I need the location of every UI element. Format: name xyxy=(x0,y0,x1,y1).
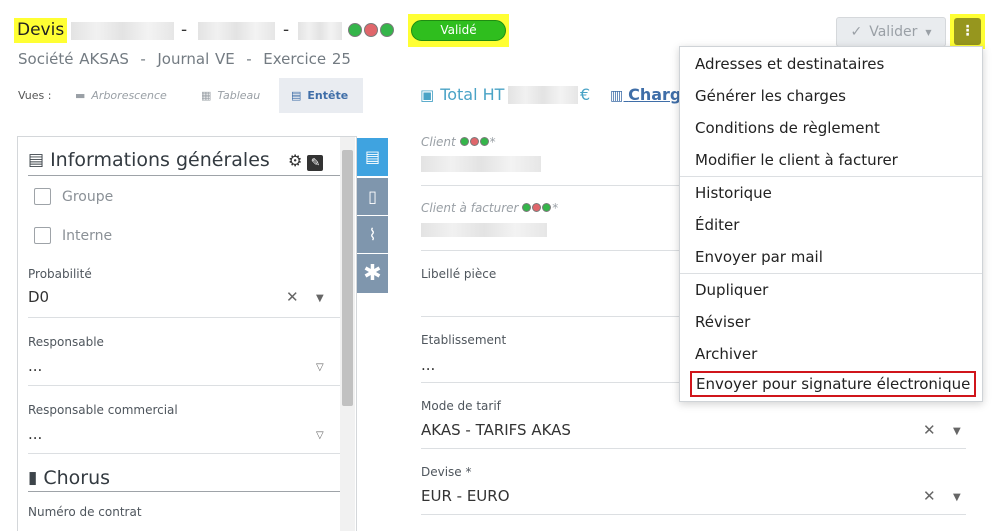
section-chorus: ▮ Chorus xyxy=(28,467,111,489)
chart-icon: ▥ xyxy=(610,88,629,104)
clear-icon[interactable]: ✕ xyxy=(923,487,936,505)
clear-icon[interactable]: ✕ xyxy=(923,421,936,439)
checkbox-interne[interactable] xyxy=(34,227,51,244)
etablissement-label: Etablissement xyxy=(421,333,507,347)
libelle-piece-label: Libellé pièce xyxy=(421,267,497,281)
client-label: Client * xyxy=(421,135,496,149)
caret-down-outline-icon[interactable]: ▽ xyxy=(316,362,324,373)
tab-tableau[interactable]: ▦ Tableau xyxy=(189,78,275,113)
menu-item-adresses[interactable]: Adresses et destinataires xyxy=(695,55,884,73)
caret-down-icon[interactable]: ▼ xyxy=(953,492,961,503)
field-underline xyxy=(28,317,341,318)
responsable-commercial-select[interactable]: ... xyxy=(28,425,42,443)
caret-down-icon[interactable]: ▼ xyxy=(953,426,961,437)
caret-down-icon: ▼ xyxy=(925,27,932,37)
charges-link[interactable]: ▥ Charg xyxy=(610,85,681,104)
section-divider xyxy=(28,491,341,492)
menu-item-dupliquer[interactable]: Dupliquer xyxy=(695,281,768,299)
menu-item-editer[interactable]: Éditer xyxy=(695,216,739,234)
title-separator: - xyxy=(283,20,290,40)
field-underline xyxy=(28,385,341,386)
check-icon: ✓ xyxy=(850,24,863,40)
total-ht: ▣ Total HT xyxy=(420,85,505,104)
menu-item-archiver[interactable]: Archiver xyxy=(695,345,757,363)
redacted-client-a-facturer[interactable] xyxy=(421,223,547,237)
menu-item-modifier-client[interactable]: Modifier le client à facturer xyxy=(695,151,898,169)
redacted-client[interactable] xyxy=(421,156,541,172)
redacted-total-value xyxy=(508,86,578,104)
responsable-label: Responsable xyxy=(28,335,104,349)
probabilite-label: Probabilité xyxy=(28,267,92,281)
paperclip-icon[interactable]: ⌇ xyxy=(357,216,388,253)
info-doc-icon: ▤ xyxy=(28,150,45,170)
total-currency: € xyxy=(580,85,591,104)
gear-icon[interactable]: ⚙ xyxy=(288,151,302,170)
checkbox-interne-label: Interne xyxy=(62,228,113,244)
status-dots xyxy=(348,22,396,41)
document-icon[interactable]: ▯ xyxy=(357,178,388,215)
title-separator: - xyxy=(181,20,188,40)
page-subtitle: Société AKSAS - Journal VE - Exercice 25 xyxy=(18,50,351,68)
devise-label: Devise * xyxy=(421,465,472,479)
section-informations-generales: ▤ Informations générales xyxy=(28,149,270,171)
menu-divider xyxy=(680,176,982,177)
folder-icon: ▬ xyxy=(75,89,86,102)
responsable-commercial-label: Responsable commercial xyxy=(28,403,178,417)
document-icon: ▮ xyxy=(28,468,38,488)
section-divider xyxy=(28,175,341,176)
probabilite-select[interactable]: D0 xyxy=(28,288,49,306)
field-underline xyxy=(421,448,966,449)
etablissement-select[interactable]: ... xyxy=(421,356,435,374)
caret-down-icon[interactable]: ▼ xyxy=(316,293,324,304)
responsable-select[interactable]: ... xyxy=(28,357,42,375)
table-icon: ▦ xyxy=(201,89,212,102)
more-actions-menu: Adresses et destinataires Générer les ch… xyxy=(679,46,983,402)
mode-tarif-label: Mode de tarif xyxy=(421,399,501,413)
views-label: Vues : xyxy=(18,89,52,102)
client-a-facturer-label: Client à facturer * xyxy=(421,201,559,215)
field-underline xyxy=(421,514,966,515)
menu-item-generer-charges[interactable]: Générer les charges xyxy=(695,87,846,105)
redacted-doc-number xyxy=(71,22,174,40)
numero-contrat-label: Numéro de contrat xyxy=(28,505,142,519)
status-badge-highlight: Validé xyxy=(408,14,509,47)
checkbox-groupe[interactable] xyxy=(34,188,51,205)
clear-icon[interactable]: ✕ xyxy=(286,288,299,306)
menu-item-historique[interactable]: Historique xyxy=(695,184,772,202)
asterisk-icon[interactable]: ✱ xyxy=(357,254,388,293)
menu-item-envoyer-mail[interactable]: Envoyer par mail xyxy=(695,248,823,266)
status-dots xyxy=(522,201,552,215)
devise-select[interactable]: EUR - EURO xyxy=(421,487,510,505)
mode-tarif-select[interactable]: AKAS - TARIFS AKAS xyxy=(421,421,571,439)
more-actions-button[interactable]: ⋮ xyxy=(954,18,981,45)
menu-item-reviser[interactable]: Réviser xyxy=(695,313,750,331)
info-doc-icon[interactable]: ▤ xyxy=(357,138,388,176)
menu-divider xyxy=(680,273,982,274)
left-panel: ▤ Informations générales ⚙ ✎ Groupe Inter… xyxy=(17,136,357,531)
tab-entete[interactable]: ▤ Entête xyxy=(279,78,363,113)
caret-down-outline-icon[interactable]: ▽ xyxy=(316,430,324,441)
redacted-doc-client xyxy=(298,22,342,40)
field-underline xyxy=(28,453,341,454)
header-doc-icon: ▤ xyxy=(291,89,302,102)
money-doc-icon: ▣ xyxy=(420,85,435,104)
status-badge: Validé xyxy=(411,20,506,41)
more-button-highlight: ⋮ xyxy=(950,14,985,49)
checkbox-groupe-label: Groupe xyxy=(62,189,114,205)
menu-item-signature-electronique[interactable]: Envoyer pour signature électronique xyxy=(690,371,977,397)
validate-button[interactable]: ✓ Valider ▼ xyxy=(836,17,946,47)
status-dots xyxy=(459,135,490,149)
edit-icon[interactable]: ✎ xyxy=(307,155,324,171)
page-title: Devis xyxy=(14,18,68,43)
redacted-doc-date xyxy=(198,22,275,40)
left-panel-scroll-thumb[interactable] xyxy=(342,150,353,406)
tab-arborescence[interactable]: ▬ Arborescence xyxy=(63,78,183,113)
menu-item-conditions-reglement[interactable]: Conditions de règlement xyxy=(695,119,880,137)
